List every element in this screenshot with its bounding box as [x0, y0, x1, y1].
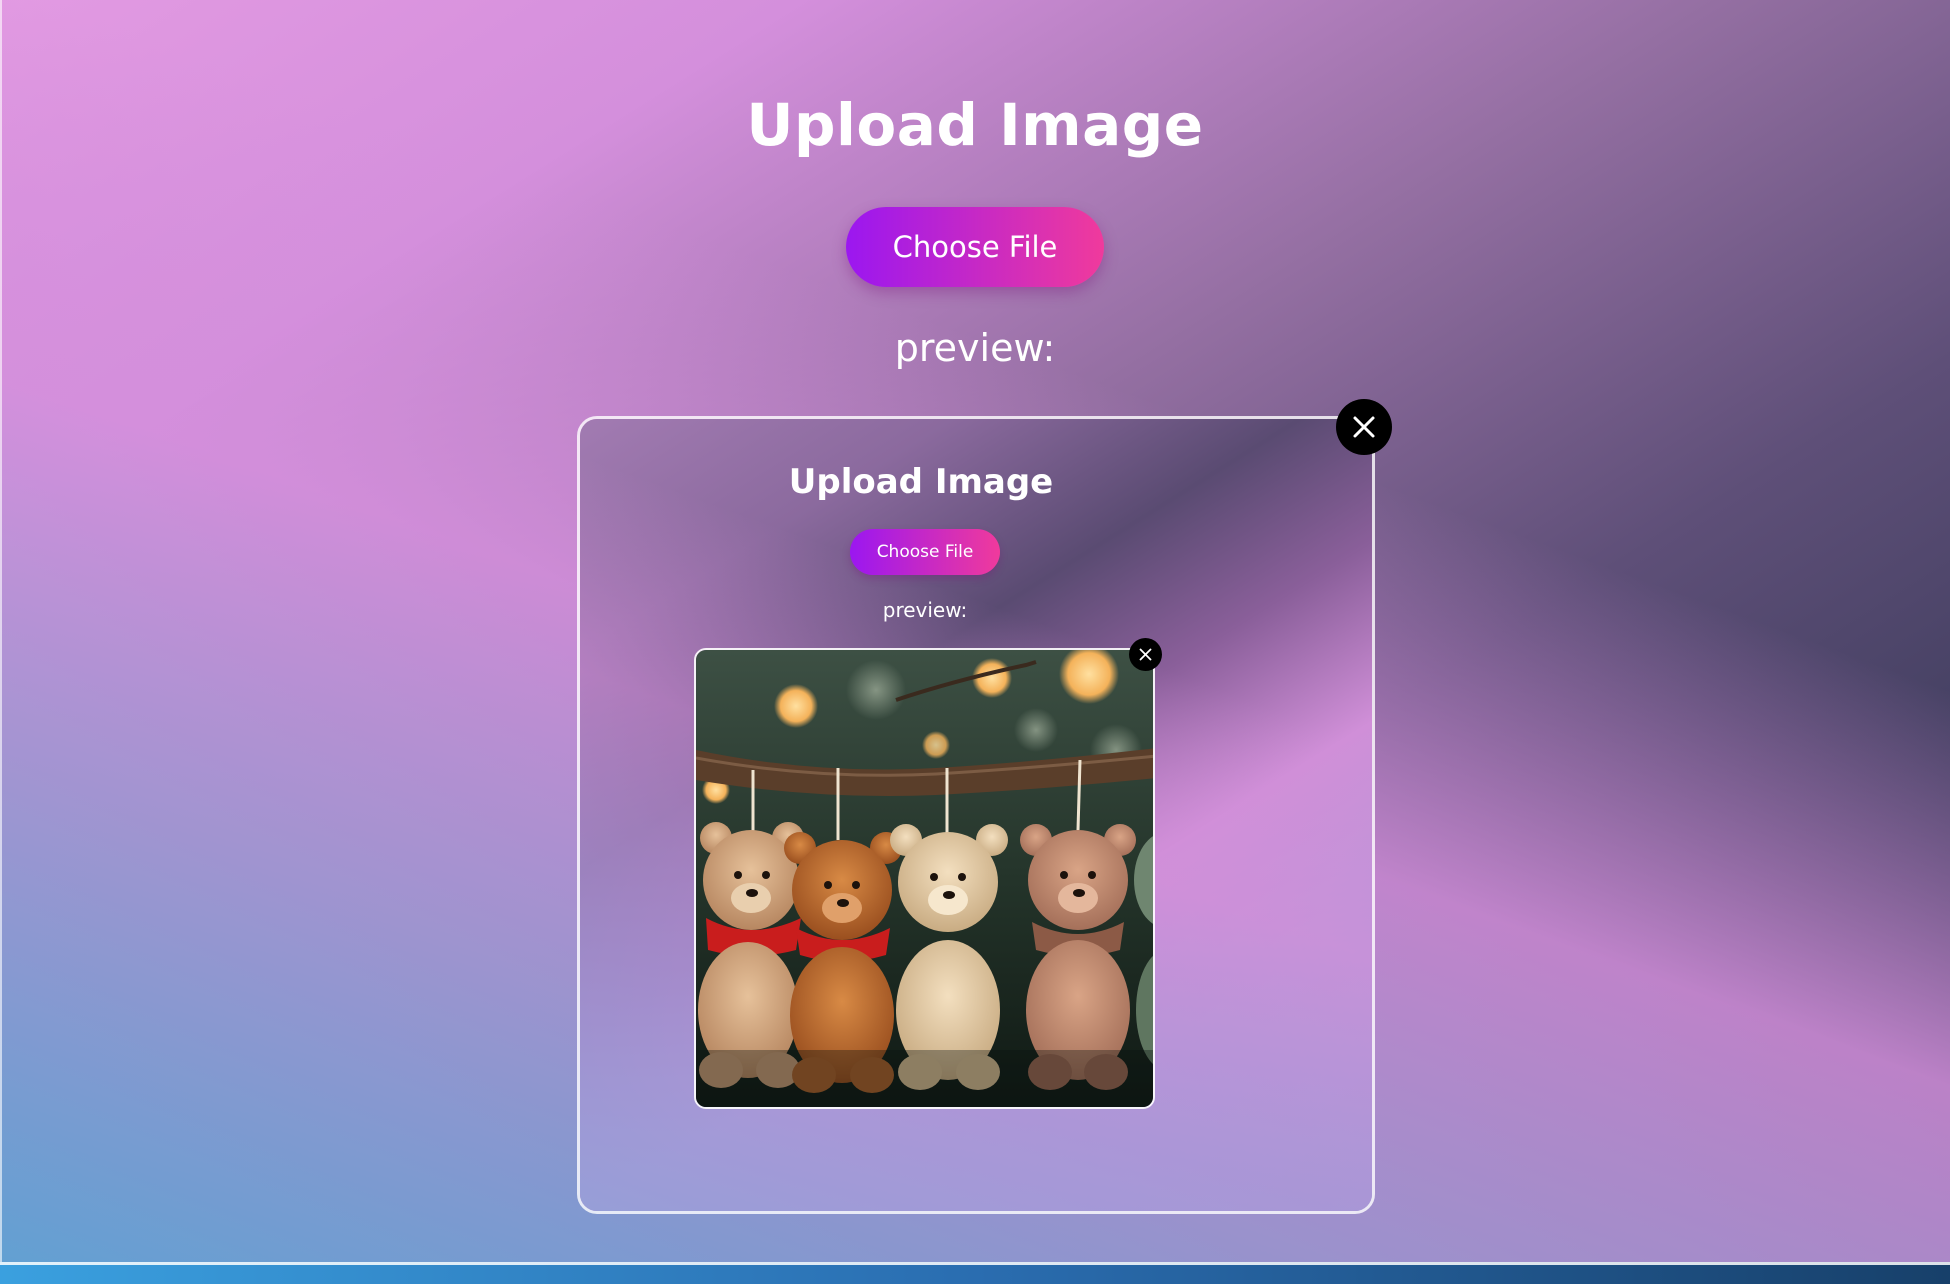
preview-frame: Upload Image Choose File preview:: [577, 416, 1375, 1214]
close-preview-button[interactable]: [1336, 399, 1392, 455]
nested-close-preview-button: [1129, 638, 1162, 671]
close-icon: [1129, 638, 1162, 671]
preview-image: [694, 648, 1155, 1109]
nested-preview-label: preview:: [882, 598, 968, 622]
page-left-border: [0, 0, 2, 1264]
nested-page-title: Upload Image: [788, 462, 1054, 502]
preview-label: preview:: [894, 326, 1056, 370]
close-icon: [1336, 399, 1392, 455]
choose-file-button[interactable]: Choose File: [846, 207, 1104, 287]
bottom-strip: [0, 1262, 1950, 1284]
page-title: Upload Image: [746, 91, 1204, 159]
nested-choose-file-button: Choose File: [850, 529, 1000, 575]
